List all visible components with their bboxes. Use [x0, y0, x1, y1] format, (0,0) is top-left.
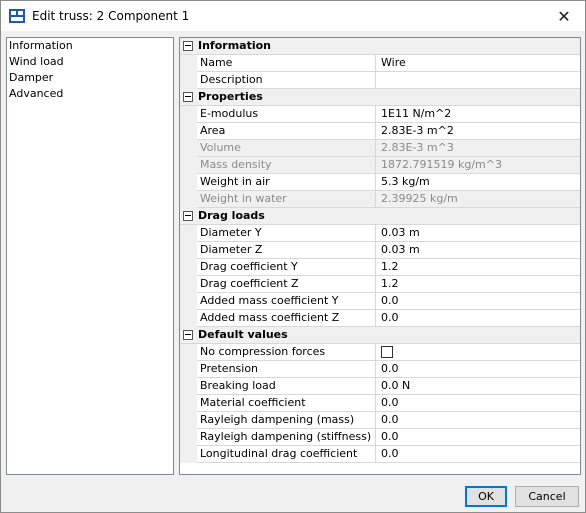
property-label: Diameter Z: [197, 242, 376, 258]
breaking-load-value[interactable]: 0.0 N: [376, 378, 580, 394]
property-label: Rayleigh dampening (stiffness): [197, 429, 376, 445]
property-label: Added mass coefficient Y: [197, 293, 376, 309]
name-value[interactable]: Wire: [376, 55, 580, 71]
property-row-breaking-load: Breaking load 0.0 N: [180, 378, 580, 395]
property-row-mass-density: Mass density 1872.791519 kg/m^3: [180, 157, 580, 174]
no-compression-checkbox[interactable]: [381, 346, 393, 358]
category-list[interactable]: Information Wind load Damper Advanced: [6, 37, 174, 475]
app-icon: [9, 9, 25, 23]
category-properties[interactable]: Properties: [180, 89, 580, 106]
edit-truss-dialog: Edit truss: 2 Component 1 ✕ Information …: [0, 0, 586, 513]
category-drag-loads[interactable]: Drag loads: [180, 208, 580, 225]
category-label: Default values: [198, 328, 288, 341]
property-row-longitudinal-drag: Longitudinal drag coefficient 0.0: [180, 446, 580, 463]
property-row-added-mass-z: Added mass coefficient Z 0.0: [180, 310, 580, 327]
property-label: Longitudinal drag coefficient: [197, 446, 376, 462]
drag-coefficient-z-value[interactable]: 1.2: [376, 276, 580, 292]
category-default-values[interactable]: Default values: [180, 327, 580, 344]
property-label: Volume: [180, 140, 376, 156]
collapse-icon[interactable]: [183, 330, 193, 340]
rayleigh-stiffness-value[interactable]: 0.0: [376, 429, 580, 445]
property-row-added-mass-y: Added mass coefficient Y 0.0: [180, 293, 580, 310]
window-title: Edit truss: 2 Component 1: [32, 9, 190, 23]
property-label: Description: [197, 72, 376, 88]
drag-coefficient-y-value[interactable]: 1.2: [376, 259, 580, 275]
property-row-material-coefficient: Material coefficient 0.0: [180, 395, 580, 412]
property-label: Rayleigh dampening (mass): [197, 412, 376, 428]
property-row-name: Name Wire: [180, 55, 580, 72]
rayleigh-mass-value[interactable]: 0.0: [376, 412, 580, 428]
property-label: Diameter Y: [197, 225, 376, 241]
property-row-no-compression: No compression forces: [180, 344, 580, 361]
property-row-weight-in-water: Weight in water 2.39925 kg/m: [180, 191, 580, 208]
added-mass-y-value[interactable]: 0.0: [376, 293, 580, 309]
category-label: Information: [198, 39, 271, 52]
property-label: Area: [197, 123, 376, 139]
no-compression-value: [376, 344, 580, 360]
category-label: Properties: [198, 90, 263, 103]
property-row-description: Description: [180, 72, 580, 89]
description-value[interactable]: [376, 72, 580, 88]
property-label: Breaking load: [197, 378, 376, 394]
property-row-weight-in-air: Weight in air 5.3 kg/m: [180, 174, 580, 191]
property-label: Pretension: [197, 361, 376, 377]
weight-in-water-value: 2.39925 kg/m: [376, 191, 580, 207]
property-row-rayleigh-stiffness: Rayleigh dampening (stiffness) 0.0: [180, 429, 580, 446]
nav-item-damper[interactable]: Damper: [7, 70, 173, 86]
collapse-icon[interactable]: [183, 41, 193, 51]
property-row-e-modulus: E-modulus 1E11 N/m^2: [180, 106, 580, 123]
property-grid: Information Name Wire Description Proper…: [179, 37, 581, 475]
diameter-z-value[interactable]: 0.03 m: [376, 242, 580, 258]
nav-item-advanced[interactable]: Advanced: [7, 86, 173, 102]
property-row-volume: Volume 2.83E-3 m^3: [180, 140, 580, 157]
property-row-pretension: Pretension 0.0: [180, 361, 580, 378]
property-label: Weight in air: [197, 174, 376, 190]
collapse-icon[interactable]: [183, 92, 193, 102]
mass-density-value: 1872.791519 kg/m^3: [376, 157, 580, 173]
added-mass-z-value[interactable]: 0.0: [376, 310, 580, 326]
property-label: Drag coefficient Y: [197, 259, 376, 275]
category-label: Drag loads: [198, 209, 265, 222]
property-label: Material coefficient: [197, 395, 376, 411]
property-label: E-modulus: [197, 106, 376, 122]
diameter-y-value[interactable]: 0.03 m: [376, 225, 580, 241]
property-label: Mass density: [197, 157, 376, 173]
property-row-diameter-y: Diameter Y 0.03 m: [180, 225, 580, 242]
property-label: Name: [197, 55, 376, 71]
close-icon[interactable]: ✕: [549, 4, 579, 28]
category-information[interactable]: Information: [180, 38, 580, 55]
area-value[interactable]: 2.83E-3 m^2: [376, 123, 580, 139]
weight-in-air-value[interactable]: 5.3 kg/m: [376, 174, 580, 190]
property-row-diameter-z: Diameter Z 0.03 m: [180, 242, 580, 259]
property-label: Drag coefficient Z: [197, 276, 376, 292]
longitudinal-drag-value[interactable]: 0.0: [376, 446, 580, 462]
cancel-button[interactable]: Cancel: [515, 486, 579, 507]
nav-item-information[interactable]: Information: [7, 38, 173, 54]
ok-button[interactable]: OK: [465, 486, 507, 507]
pretension-value[interactable]: 0.0: [376, 361, 580, 377]
property-row-area: Area 2.83E-3 m^2: [180, 123, 580, 140]
e-modulus-value[interactable]: 1E11 N/m^2: [376, 106, 580, 122]
property-label: No compression forces: [197, 344, 376, 360]
property-label: Added mass coefficient Z: [197, 310, 376, 326]
collapse-icon[interactable]: [183, 211, 193, 221]
property-row-drag-coefficient-z: Drag coefficient Z 1.2: [180, 276, 580, 293]
title-bar: Edit truss: 2 Component 1 ✕: [1, 1, 585, 31]
volume-value: 2.83E-3 m^3: [376, 140, 580, 156]
property-row-drag-coefficient-y: Drag coefficient Y 1.2: [180, 259, 580, 276]
nav-item-wind-load[interactable]: Wind load: [7, 54, 173, 70]
property-label: Weight in water: [180, 191, 376, 207]
material-coefficient-value[interactable]: 0.0: [376, 395, 580, 411]
property-row-rayleigh-mass: Rayleigh dampening (mass) 0.0: [180, 412, 580, 429]
